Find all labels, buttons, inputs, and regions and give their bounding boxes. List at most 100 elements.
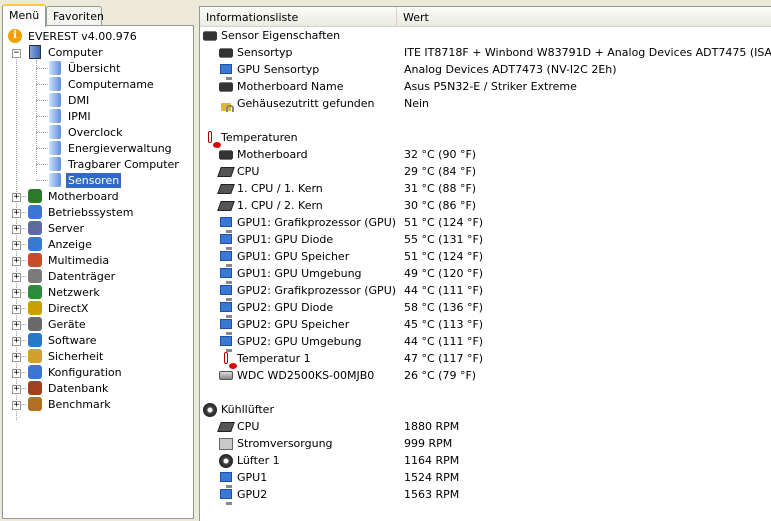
tree-item-anzeige[interactable]: Anzeige bbox=[27, 236, 94, 252]
display-icon bbox=[27, 236, 43, 252]
info-icon: i bbox=[7, 28, 23, 44]
cpu-icon bbox=[217, 164, 235, 180]
item-label: GPU1: GPU Diode bbox=[218, 231, 415, 250]
list-item[interactable]: Gehäusezutritt gefunden Nein bbox=[200, 95, 771, 112]
expand-toggle-directx[interactable]: + bbox=[12, 305, 21, 314]
tree-item-computername-label: Computername bbox=[68, 77, 154, 91]
list-item[interactable]: GPU1: Grafikprozessor (GPU) 51 °C (124 °F… bbox=[200, 214, 771, 233]
expand-toggle-anzeige[interactable]: + bbox=[12, 241, 21, 250]
item-label: CPU bbox=[217, 163, 415, 180]
item-label-text: Motherboard bbox=[237, 148, 308, 161]
expand-toggle-datentr-ger[interactable]: + bbox=[12, 273, 21, 282]
tree-item-ipmi[interactable]: IPMI bbox=[47, 108, 93, 124]
list-item[interactable]: 1. CPU / 1. Kern 31 °C (88 °F) bbox=[200, 180, 771, 197]
tree-item-computername[interactable]: Computername bbox=[47, 76, 156, 92]
tree-item-dmi-label: DMI bbox=[68, 93, 90, 107]
tree-item-directx[interactable]: DirectX bbox=[27, 300, 90, 316]
expand-toggle-konfiguration[interactable]: + bbox=[12, 369, 21, 378]
computer-collapse-toggle[interactable]: − bbox=[12, 49, 21, 58]
tree-item-tragbarer-computer[interactable]: Tragbarer Computer bbox=[47, 156, 181, 172]
tree-item-overclock[interactable]: Overclock bbox=[47, 124, 124, 140]
tree-item--bersicht-label: Übersicht bbox=[68, 61, 121, 75]
expand-toggle-motherboard[interactable]: + bbox=[12, 193, 21, 202]
item-value: 47 °C (117 °F) bbox=[404, 352, 484, 365]
list-item[interactable]: Lüfter 1 1164 RPM bbox=[200, 452, 771, 469]
tab-favorites[interactable]: Favoriten bbox=[46, 6, 104, 26]
tree-item-energieverwaltung[interactable]: Energieverwaltung bbox=[47, 140, 174, 156]
expand-toggle-betriebssystem[interactable]: + bbox=[12, 209, 21, 218]
item-label-text: Lüfter 1 bbox=[237, 454, 280, 467]
list-item[interactable]: Sensortyp ITE IT8718F + Winbond W83791D +… bbox=[200, 44, 771, 61]
tree-item-server-label: Server bbox=[48, 221, 85, 235]
tree-item-multimedia[interactable]: Multimedia bbox=[27, 252, 111, 268]
list-item[interactable]: GPU1: GPU Speicher 51 °C (124 °F) bbox=[200, 248, 771, 267]
list-item[interactable]: GPU2 1563 RPM bbox=[200, 486, 771, 505]
monitor-icon bbox=[218, 300, 234, 318]
list-item[interactable]: GPU1: GPU Diode 55 °C (131 °F) bbox=[200, 231, 771, 250]
tree-item-betriebssystem[interactable]: Betriebssystem bbox=[27, 204, 135, 220]
list-item[interactable]: GPU2: Grafikprozessor (GPU) 44 °C (111 °F… bbox=[200, 282, 771, 301]
list-item[interactable]: Motherboard 32 °C (90 °F) bbox=[200, 146, 771, 163]
os-icon bbox=[27, 204, 43, 220]
expand-toggle-netzwerk[interactable]: + bbox=[12, 289, 21, 298]
tree-item-sicherheit[interactable]: Sicherheit bbox=[27, 348, 105, 364]
tree-item-netzwerk[interactable]: Netzwerk bbox=[27, 284, 102, 300]
tree-item-benchmark[interactable]: Benchmark bbox=[27, 396, 113, 412]
list-item[interactable]: 1. CPU / 2. Kern 30 °C (86 °F) bbox=[200, 197, 771, 214]
fan-icon bbox=[202, 402, 218, 418]
list-item[interactable]: Stromversorgung 999 RPM bbox=[200, 435, 771, 452]
directx-icon bbox=[27, 300, 43, 316]
list-item[interactable]: GPU2: GPU Speicher 45 °C (113 °F) bbox=[200, 316, 771, 335]
monitor-icon bbox=[218, 317, 234, 335]
tree-item-server[interactable]: Server bbox=[27, 220, 86, 236]
column-header-field[interactable]: Informationsliste bbox=[200, 7, 397, 27]
list-item[interactable]: CPU 1880 RPM bbox=[200, 418, 771, 435]
tree-item-motherboard-label: Motherboard bbox=[48, 189, 119, 203]
tree-computer[interactable]: Computer bbox=[27, 44, 105, 60]
section-header-fans: Kühllüfter bbox=[200, 401, 771, 418]
tree-root[interactable]: i EVEREST v4.00.976 bbox=[7, 28, 139, 44]
list-item[interactable]: Motherboard Name Asus P5N32-E / Striker E… bbox=[200, 78, 771, 95]
tree-item-motherboard[interactable]: Motherboard bbox=[27, 188, 121, 204]
tab-menu[interactable]: Menü bbox=[2, 4, 46, 27]
list-item[interactable]: GPU1 1524 RPM bbox=[200, 469, 771, 488]
network-icon bbox=[27, 284, 43, 300]
list-item[interactable]: GPU1: GPU Umgebung 49 °C (120 °F) bbox=[200, 265, 771, 284]
item-label: Motherboard Name bbox=[218, 78, 415, 95]
monitor-icon bbox=[218, 249, 234, 267]
list-item[interactable]: GPU Sensortyp Analog Devices ADT7473 (NV-… bbox=[200, 61, 771, 80]
tree-item-ger-te[interactable]: Geräte bbox=[27, 316, 88, 332]
tree-item-datenbank[interactable]: Datenbank bbox=[27, 380, 110, 396]
tree-item-software[interactable]: Software bbox=[27, 332, 99, 348]
laptop-icon bbox=[47, 156, 63, 172]
tree-item-datentr-ger[interactable]: Datenträger bbox=[27, 268, 117, 284]
list-item[interactable]: Temperatur 1 47 °C (117 °F) bbox=[200, 350, 771, 369]
expand-toggle-datenbank[interactable]: + bbox=[12, 385, 21, 394]
psu-icon bbox=[218, 436, 234, 452]
expand-toggle-sicherheit[interactable]: + bbox=[12, 353, 21, 362]
monitor-icon bbox=[218, 215, 234, 233]
expand-toggle-multimedia[interactable]: + bbox=[12, 257, 21, 266]
lock-icon bbox=[218, 96, 234, 112]
tree-item-dmi[interactable]: DMI bbox=[47, 92, 91, 108]
item-value: 1524 RPM bbox=[404, 471, 460, 484]
expand-toggle-server[interactable]: + bbox=[12, 225, 21, 234]
item-value: 44 °C (111 °F) bbox=[404, 335, 484, 348]
tree-item-konfiguration[interactable]: Konfiguration bbox=[27, 364, 124, 380]
list-item[interactable]: CPU 29 °C (84 °F) bbox=[200, 163, 771, 180]
item-value: 1880 RPM bbox=[404, 420, 460, 433]
item-label-text: GPU1: GPU Diode bbox=[237, 233, 334, 246]
tree-item--bersicht[interactable]: Übersicht bbox=[47, 60, 122, 76]
expand-toggle-benchmark[interactable]: + bbox=[12, 401, 21, 410]
monitor-icon bbox=[218, 487, 234, 505]
list-item[interactable]: GPU2: GPU Umgebung 44 °C (111 °F) bbox=[200, 333, 771, 352]
expand-toggle-software[interactable]: + bbox=[12, 337, 21, 346]
list-item[interactable]: GPU2: GPU Diode 58 °C (136 °F) bbox=[200, 299, 771, 318]
navigation-tree[interactable]: i EVEREST v4.00.976 − Computer Übersicht Comp… bbox=[2, 25, 194, 519]
list-item[interactable]: WDC WD2500KS-00MJB0 26 °C (79 °F) bbox=[200, 367, 771, 384]
expand-toggle-ger-te[interactable]: + bbox=[12, 321, 21, 330]
cpu-icon bbox=[217, 198, 235, 214]
column-header-value[interactable]: Wert bbox=[397, 7, 771, 27]
item-label: CPU bbox=[217, 418, 415, 435]
tree-item-sensoren[interactable]: Sensoren bbox=[47, 172, 122, 188]
